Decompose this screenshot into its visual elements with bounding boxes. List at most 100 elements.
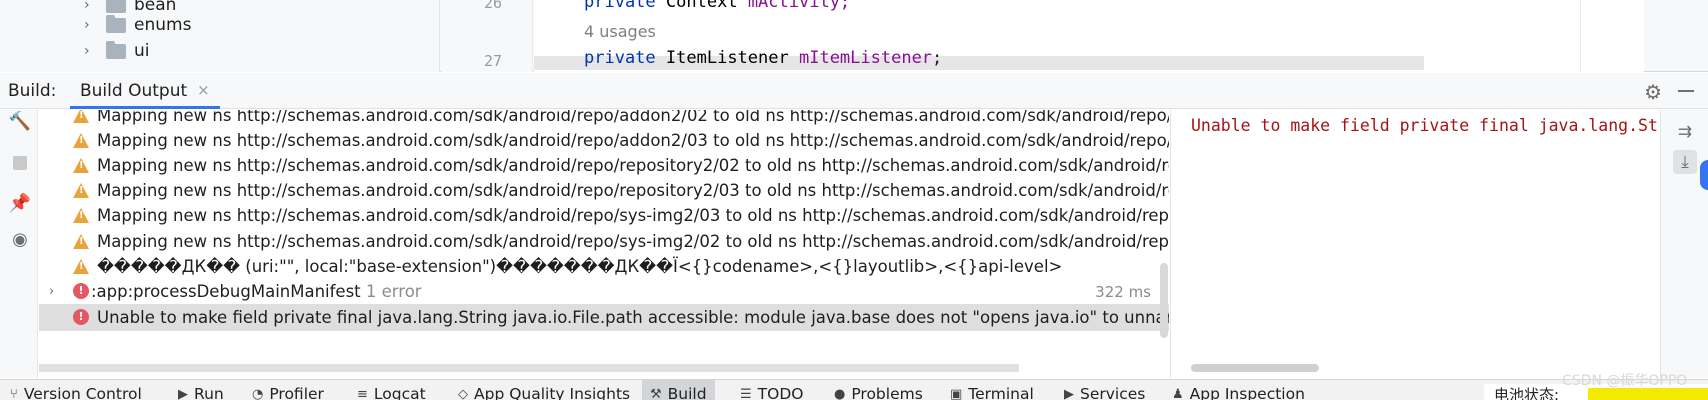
error-icon: ! (73, 309, 89, 325)
tab-label: Profiler (269, 385, 324, 400)
chevron-right-icon[interactable]: › (49, 284, 54, 299)
close-icon[interactable]: × (197, 81, 210, 106)
tab-label: TODO (757, 385, 804, 400)
build-message: �����ДК�� (uri:"", local:"base-extension… (97, 257, 1063, 276)
hammer-icon[interactable]: 🔨 (9, 110, 31, 132)
tab-label: Problems (851, 385, 923, 400)
build-tree-hscrollbar[interactable] (39, 364, 1019, 372)
build-tree-scrollbar[interactable] (1160, 263, 1168, 338)
minimize-icon[interactable] (1678, 90, 1694, 92)
project-tree: › bean › enums › ui (0, 0, 440, 72)
build-message: Mapping new ns http://schemas.android.co… (97, 181, 1169, 200)
list-item[interactable]: �����ДК�� (uri:"", local:"base-extension… (39, 253, 1169, 280)
tool-window-bar: ⑂ Version Control ▶ Run ◔ Profiler ≡ Logcat … (0, 379, 1708, 400)
logcat-icon: ≡ (357, 386, 368, 400)
services-icon: ▶ (1064, 386, 1074, 400)
build-message: Mapping new ns http://schemas.android.co… (97, 110, 1169, 125)
run-icon: ▶ (178, 386, 188, 400)
tab-terminal[interactable]: ▣ Terminal (950, 382, 1034, 400)
warning-icon (73, 158, 89, 173)
problems-icon: ● (834, 386, 846, 400)
tab-profiler[interactable]: ◔ Profiler (252, 382, 324, 400)
top-area: › bean › enums › ui 26 27 private Contex… (0, 0, 1708, 72)
diamond-icon: ◇ (458, 386, 468, 400)
chevron-right-icon[interactable]: › (84, 43, 98, 59)
hammer-icon: ⚒ (650, 386, 662, 400)
tree-item-ui[interactable]: › ui (84, 38, 150, 64)
editor-gutter: 26 27 (441, 0, 533, 72)
tab-label: Services (1080, 385, 1146, 400)
code-editor[interactable]: private Context mActivity; 4 usages priv… (534, 0, 1644, 72)
tab-label: Build (667, 385, 707, 400)
error-row-selected[interactable]: ! Unable to make field private final jav… (39, 304, 1169, 331)
keyword: private (584, 48, 656, 68)
stop-icon[interactable] (9, 152, 31, 174)
pin-icon[interactable]: 📌 (9, 192, 31, 214)
build-left-toolbar: 🔨 📌 ◉ (0, 110, 38, 378)
tab-label: Terminal (968, 385, 1034, 400)
tab-build-output[interactable]: Build Output × (70, 73, 220, 109)
warning-icon (73, 208, 89, 223)
error-message: Unable to make field private final java.… (97, 308, 1169, 327)
scroll-to-end-icon[interactable]: ⤓ (1673, 150, 1697, 174)
editor-scrollbar[interactable] (1580, 0, 1644, 72)
build-details-console[interactable]: Unable to make field private final java.… (1170, 110, 1660, 378)
console-error-text[interactable]: Unable to make field private final java.… (1191, 116, 1660, 135)
line-number: 26 (483, 0, 502, 12)
task-duration: 322 ms (1095, 282, 1151, 301)
tab-problems[interactable]: ● Problems (834, 382, 923, 400)
folder-icon (106, 14, 126, 33)
code-line[interactable]: private ItemListener mItemListener; (584, 48, 942, 68)
tab-app-inspection[interactable]: ♟ App Inspection (1172, 382, 1305, 400)
profiler-icon: ◔ (252, 386, 264, 400)
tab-version-control[interactable]: ⑂ Version Control (10, 382, 142, 400)
build-output-tree[interactable]: Mapping new ns http://schemas.android.co… (39, 110, 1169, 378)
list-item[interactable]: Mapping new ns http://schemas.android.co… (39, 177, 1169, 204)
chevron-right-icon[interactable]: › (84, 17, 98, 33)
soft-wrap-icon[interactable]: ⇉ (1673, 120, 1697, 144)
build-message: Mapping new ns http://schemas.android.co… (97, 232, 1169, 251)
build-window-title: Build: (8, 81, 57, 101)
task-row[interactable]: › ! :app:processDebugMainManifest 1 erro… (39, 278, 1169, 305)
task-name: :app:processDebugMainManifest (91, 282, 361, 301)
field-name: mActivity; (747, 0, 851, 12)
warning-icon (73, 133, 89, 148)
build-window-header: Build: Build Output × ⚙ (0, 73, 1708, 109)
tab-build[interactable]: ⚒ Build (642, 380, 715, 400)
list-item[interactable]: Mapping new ns http://schemas.android.co… (39, 127, 1169, 154)
tab-label: Build Output (80, 81, 188, 101)
folder-icon (106, 40, 126, 59)
console-hscrollbar[interactable] (1191, 364, 1319, 372)
inspection-icon: ♟ (1172, 386, 1184, 400)
tree-item-label: enums (134, 15, 192, 35)
task-label: :app:processDebugMainManifest 1 error (91, 282, 422, 301)
line-number: 27 (483, 52, 502, 70)
list-item[interactable]: Mapping new ns http://schemas.android.co… (39, 152, 1169, 179)
build-message: Mapping new ns http://schemas.android.co… (97, 156, 1169, 175)
usages-hint[interactable]: 4 usages (584, 22, 656, 41)
keyword: private (584, 0, 656, 12)
tab-app-quality-insights[interactable]: ◇ App Quality Insights (458, 382, 630, 400)
list-item[interactable]: Mapping new ns http://schemas.android.co… (39, 228, 1169, 255)
build-message: Mapping new ns http://schemas.android.co… (97, 206, 1169, 225)
tree-item-enums[interactable]: › enums (84, 12, 191, 38)
code-line[interactable]: private Context mActivity; (584, 0, 850, 12)
tab-label: Run (194, 385, 224, 400)
tab-todo[interactable]: ☰ TODO (740, 382, 803, 400)
type-name: Context (665, 0, 738, 12)
tree-item-label: ui (134, 41, 150, 61)
type-name: ItemListener (665, 48, 789, 68)
notification-indicator[interactable] (1700, 160, 1708, 190)
warning-icon (73, 110, 89, 123)
tab-logcat[interactable]: ≡ Logcat (357, 382, 426, 400)
battery-status-label: 电池状态: (1494, 386, 1560, 400)
eye-icon[interactable]: ◉ (9, 228, 31, 250)
list-item[interactable]: Mapping new ns http://schemas.android.co… (39, 202, 1169, 229)
tab-services[interactable]: ▶ Services (1064, 382, 1145, 400)
watermark: CSDN @振华OPPO (1562, 373, 1688, 389)
tab-run[interactable]: ▶ Run (178, 382, 224, 400)
error-icon: ! (73, 283, 89, 299)
tab-label: Logcat (373, 385, 426, 400)
gear-icon[interactable]: ⚙ (1644, 80, 1662, 104)
tab-label: App Inspection (1189, 385, 1305, 400)
